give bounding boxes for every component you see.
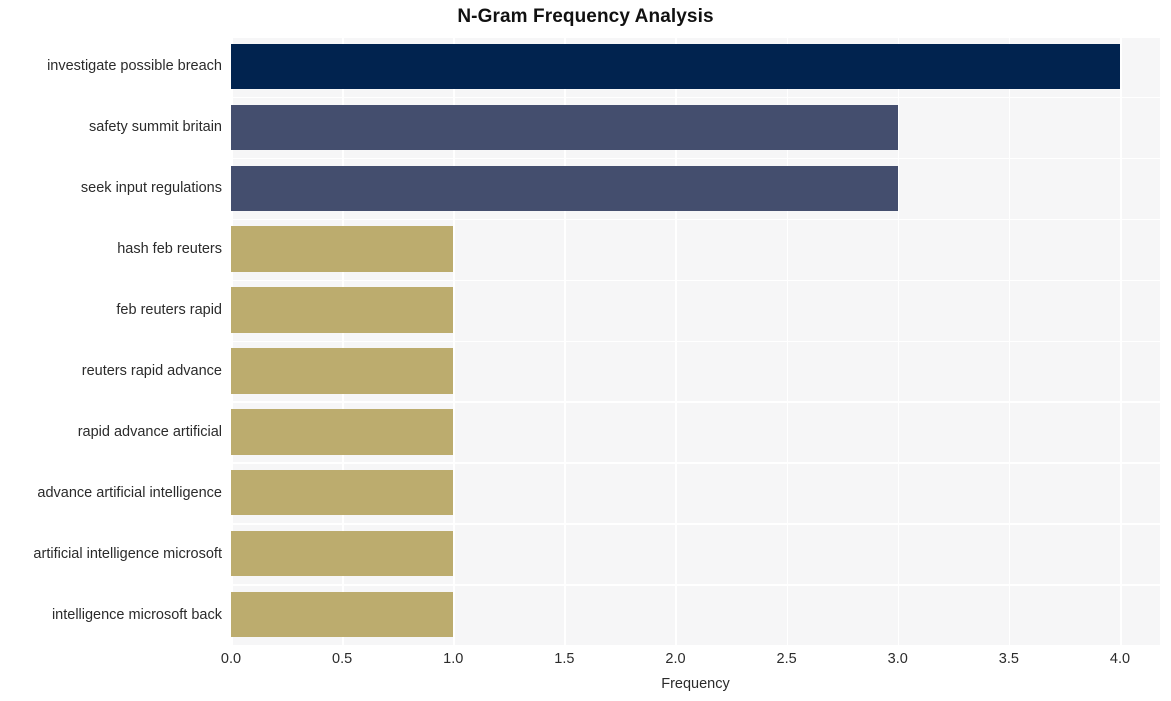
bar	[231, 348, 454, 394]
y-axis-tick-label: investigate possible breach	[47, 58, 222, 75]
gridline-horizontal	[231, 645, 1160, 647]
bar	[231, 470, 454, 516]
x-axis-title: Frequency	[661, 676, 730, 692]
y-axis-tick-label: intelligence microsoft back	[51, 606, 222, 623]
y-axis-tick-label: rapid advance artificial	[77, 423, 222, 440]
x-axis-tick-label: 4.0	[1109, 651, 1131, 667]
x-axis-tick-label: 3.5	[998, 651, 1019, 667]
bar	[231, 287, 454, 333]
bar	[231, 43, 1120, 90]
bar	[231, 591, 454, 638]
y-axis-tick-label: reuters rapid advance	[81, 362, 222, 379]
y-axis-tick-label: hash feb reuters	[117, 241, 222, 258]
bar	[231, 226, 454, 272]
x-axis-tick-label: 3.0	[887, 651, 908, 667]
bar	[231, 409, 454, 455]
chart-figure: N-Gram Frequency Analysis investigate po…	[0, 0, 1171, 701]
y-axis-tick-labels: investigate possible breach safety summit…	[0, 36, 222, 645]
x-axis-tick-label: 2.0	[665, 651, 686, 667]
chart-title: N-Gram Frequency Analysis	[457, 6, 714, 27]
y-axis-tick-label: artificial intelligence microsoft	[33, 545, 222, 562]
y-axis-tick-label: seek input regulations	[80, 180, 222, 197]
y-axis-tick-label: advance artificial intelligence	[37, 484, 222, 501]
x-axis-tick-label: 1.0	[443, 651, 464, 667]
x-axis-tick-label: 0.0	[220, 651, 242, 667]
y-axis-tick-label: feb reuters rapid	[116, 302, 222, 319]
x-axis-tick-label: 2.5	[776, 651, 797, 667]
bar	[231, 104, 898, 151]
bar	[231, 165, 898, 211]
x-axis-tick-labels: 0.0 0.5 1.0 1.5 2.0 2.5 3.0 3.5 4.0	[221, 651, 1160, 672]
plot-area	[231, 36, 1160, 647]
bars-group	[231, 36, 1160, 645]
x-axis-tick-label: 0.5	[332, 651, 353, 667]
bar	[231, 530, 454, 577]
y-axis-tick-label: safety summit britain	[89, 119, 222, 136]
x-axis-tick-label: 1.5	[554, 651, 575, 667]
